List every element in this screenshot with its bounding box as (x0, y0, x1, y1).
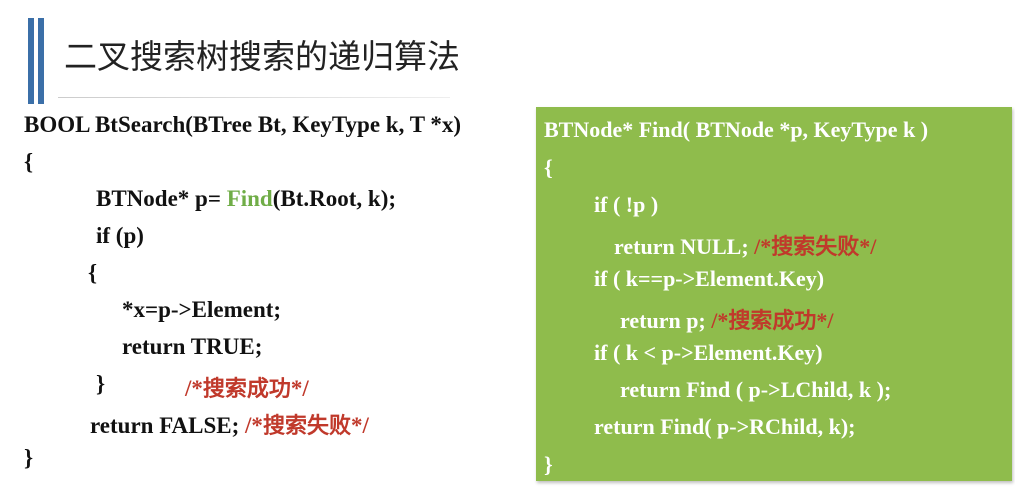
comment-close: */ (290, 376, 309, 401)
code-line: BOOL BtSearch(BTree Bt, KeyType k, T *x) (24, 112, 462, 137)
title-accent-bar (28, 18, 34, 104)
comment-close: */ (859, 234, 877, 259)
comment-open: /* (711, 308, 729, 333)
code-text: return FALSE; (90, 413, 246, 438)
code-line: return p; /*搜索成功*/ (620, 303, 834, 335)
page-title: 二叉搜索树搜索的递归算法 (64, 37, 460, 76)
comment-text: 搜索失败 (771, 235, 860, 260)
code-comment: /*搜索失败*/ (754, 234, 877, 260)
code-line: return Find( p->RChild, k); (594, 414, 856, 439)
code-line: if (p) (96, 223, 144, 248)
title-accent-bar-secondary (38, 18, 44, 104)
code-line: } (544, 452, 553, 477)
code-comment: /*搜索成功*/ (711, 308, 834, 334)
code-line: if ( !p ) (594, 192, 659, 217)
comment-close: */ (350, 413, 369, 438)
comment-text: 搜索成功 (728, 309, 817, 334)
comment-text: 搜索成功 (202, 377, 291, 402)
code-text: return p; (620, 308, 712, 333)
find-function-panel: BTNode* Find( BTNode *p, KeyType k ) { i… (536, 107, 1012, 481)
function-name-highlight: Find (226, 186, 273, 211)
code-line: return TRUE; (122, 334, 263, 359)
code-line: { (88, 260, 98, 285)
code-line: return FALSE; /*搜索失败*/ (90, 408, 369, 440)
comment-close: */ (816, 308, 834, 333)
code-line: BTNode* Find( BTNode *p, KeyType k ) (544, 117, 929, 142)
comment-open: /* (185, 376, 203, 401)
code-line: { (24, 149, 34, 174)
code-line: } (24, 445, 34, 470)
code-line: } (96, 371, 106, 396)
comment-open: /* (754, 234, 772, 259)
title-divider (58, 97, 450, 98)
code-line: *x=p->Element; (122, 297, 282, 322)
code-line: return Find ( p->LChild, k ); (620, 377, 892, 402)
code-line: if ( k < p->Element.Key) (594, 340, 823, 365)
code-comment: /*搜索成功*/ (185, 371, 309, 403)
code-line: return NULL; /*搜索失败*/ (614, 229, 876, 261)
comment-open: /* (245, 413, 263, 438)
code-line: if ( k==p->Element.Key) (594, 266, 825, 291)
code-text: BTNode* p= (96, 186, 227, 211)
code-line: BTNode* p= Find(Bt.Root, k); (96, 186, 396, 212)
code-text: return NULL; (614, 234, 755, 259)
code-comment: /*搜索失败*/ (245, 413, 369, 439)
code-line: { (544, 155, 553, 180)
code-text: (Bt.Root, k); (272, 186, 397, 211)
comment-text: 搜索失败 (262, 414, 351, 439)
